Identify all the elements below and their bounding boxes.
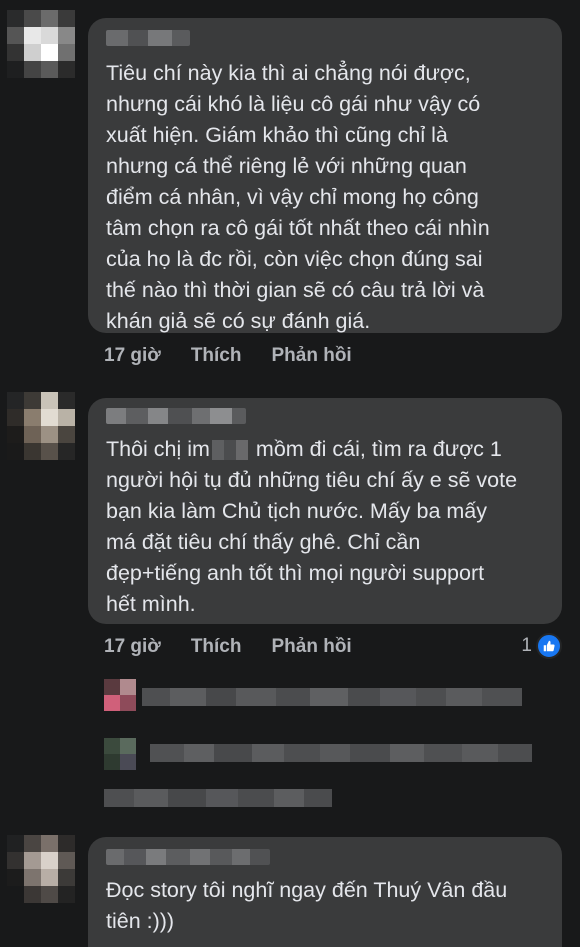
reaction-summary[interactable]: 1 bbox=[521, 633, 562, 659]
avatar[interactable] bbox=[7, 392, 76, 461]
timestamp[interactable]: 17 giờ bbox=[104, 345, 161, 367]
reply-button[interactable]: Phản hồi bbox=[271, 636, 351, 658]
thumbs-up-icon bbox=[536, 633, 562, 659]
comment-bubble: Đọc story tôi nghĩ ngay đến Thuý Vân đầu… bbox=[88, 837, 562, 947]
comment-text: Đọc story tôi nghĩ ngay đến Thuý Vân đầu… bbox=[106, 878, 508, 933]
reply-avatar-blurred bbox=[104, 738, 136, 770]
comment-text-rest: mồm đi cái, tìm ra được 1 người hội tụ đ… bbox=[106, 437, 518, 616]
reply-button[interactable]: Phản hồi bbox=[271, 345, 351, 367]
comment-actions: 17 giờ Thích Phản hồi bbox=[104, 344, 352, 368]
comment-text-start: Thôi chị im bbox=[106, 437, 210, 461]
author-name-blurred[interactable] bbox=[106, 849, 270, 865]
comment-text: Tiêu chí này kia thì ai chẳng nói được, … bbox=[106, 61, 490, 333]
like-button[interactable]: Thích bbox=[191, 345, 242, 367]
censored-word-blur bbox=[211, 440, 248, 461]
comment-actions: 17 giờ Thích Phản hồi bbox=[104, 635, 352, 659]
avatar[interactable] bbox=[7, 10, 76, 79]
comment-text: Thôi chị im mồm đi cái, tìm ra được 1 ng… bbox=[106, 434, 550, 620]
reaction-count: 1 bbox=[521, 635, 532, 656]
comment-thread: Tiêu chí này kia thì ai chẳng nói được, … bbox=[0, 0, 580, 947]
timestamp[interactable]: 17 giờ bbox=[104, 636, 161, 658]
reply-avatar-blurred bbox=[104, 679, 136, 711]
reply-preview-blurred bbox=[142, 688, 522, 706]
author-name-blurred[interactable] bbox=[106, 408, 246, 424]
comment-bubble: Tiêu chí này kia thì ai chẳng nói được, … bbox=[88, 18, 562, 333]
author-name-blurred[interactable] bbox=[106, 30, 190, 46]
comment-bubble: Thôi chị im mồm đi cái, tìm ra được 1 ng… bbox=[88, 398, 562, 624]
reply-preview-blurred bbox=[150, 744, 532, 762]
avatar[interactable] bbox=[7, 835, 76, 904]
like-button[interactable]: Thích bbox=[191, 636, 242, 658]
reply-preview-blurred bbox=[104, 789, 332, 807]
